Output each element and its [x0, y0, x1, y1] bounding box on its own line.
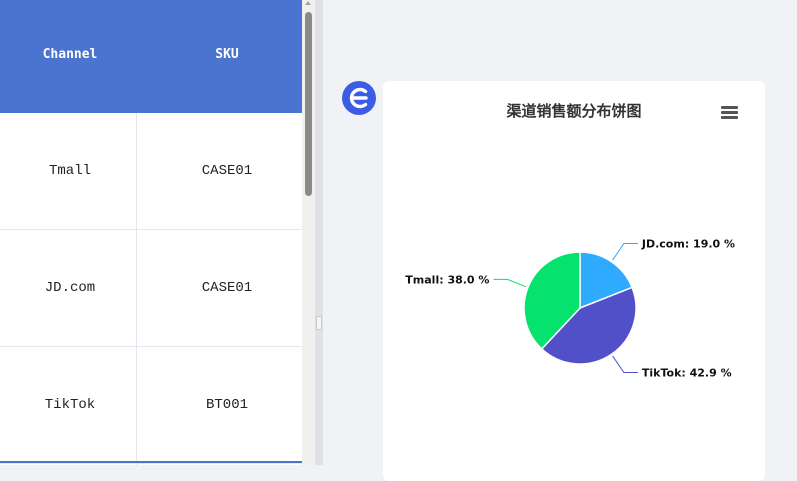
column-header-sku[interactable]: SKU: [152, 0, 302, 113]
chart-card: 渠道销售额分布饼图 JD.com: 19.0 % TikTok: 42.9 % Tm…: [383, 81, 765, 481]
sku-cell: CASE01: [201, 163, 253, 179]
column-divider: [136, 113, 137, 465]
column-header-channel[interactable]: Channel: [16, 0, 124, 113]
pie-data-label: Tmall: 38.0 %: [405, 273, 489, 286]
channel-cell: Tmall: [48, 163, 91, 179]
table-bottom-border: [0, 461, 302, 463]
scrollbar-thumb[interactable]: [305, 12, 312, 196]
label-leader-line: [612, 355, 638, 373]
echarts-logo-icon: [342, 81, 376, 115]
table-row[interactable]: TikTok BT001: [0, 347, 302, 464]
pane-splitter[interactable]: [315, 0, 323, 465]
label-leader-line: [493, 278, 527, 288]
scroll-up-arrow-icon[interactable]: [305, 1, 311, 5]
label-leader-line: [612, 243, 638, 261]
splitter-grip-handle[interactable]: [316, 316, 322, 330]
pie-data-label: JD.com: 19.0 %: [641, 238, 735, 251]
channel-cell: TikTok: [44, 397, 96, 413]
table-row[interactable]: Tmall CASE01: [0, 113, 302, 230]
pie-data-label: TikTok: 42.9 %: [642, 366, 732, 379]
channel-cell: JD.com: [44, 280, 96, 296]
vertical-scrollbar[interactable]: [302, 0, 315, 465]
pie-chart: JD.com: 19.0 % TikTok: 42.9 % Tmall: 38.0 …: [405, 238, 735, 380]
sku-cell: BT001: [205, 397, 248, 413]
sku-cell: CASE01: [201, 280, 253, 296]
data-table: Channel SKU Tmall CASE01 JD.com CASE01 T…: [0, 0, 302, 465]
table-header: Channel SKU: [0, 0, 302, 113]
table-row[interactable]: JD.com CASE01: [0, 230, 302, 347]
